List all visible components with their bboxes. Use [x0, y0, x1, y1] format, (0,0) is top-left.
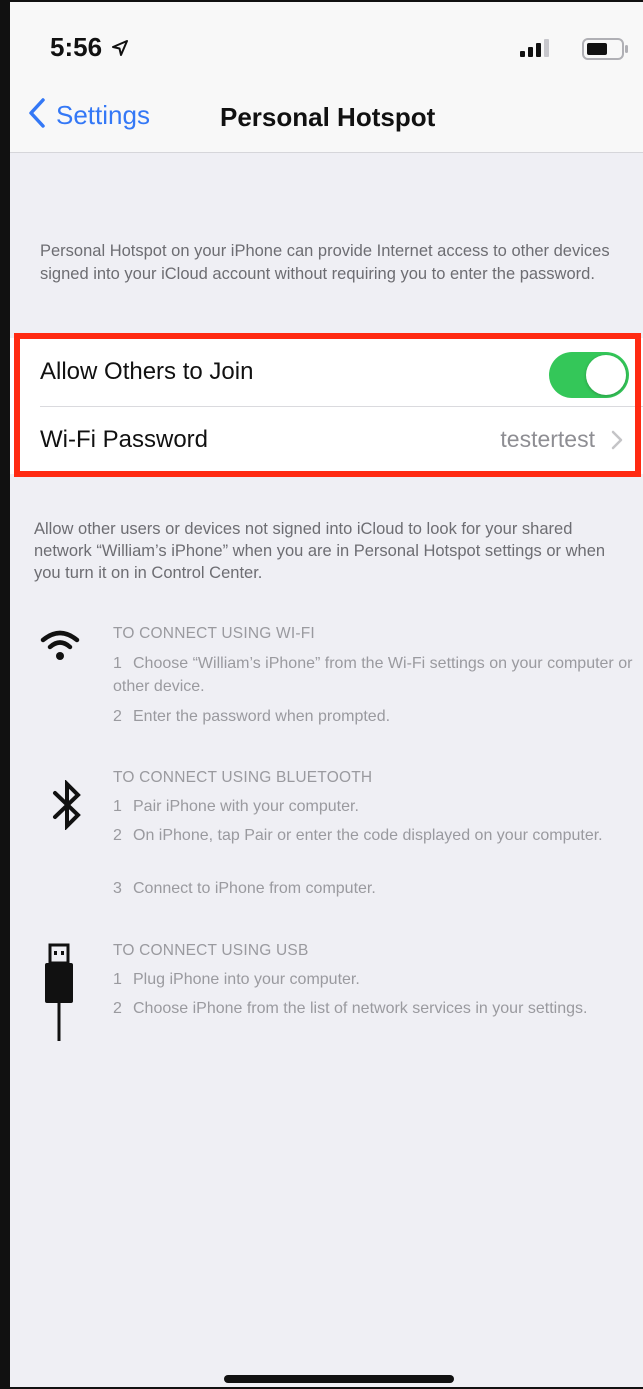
section-heading: TO CONNECT USING USB: [113, 942, 309, 959]
section-heading: TO CONNECT USING WI-FI: [113, 625, 315, 642]
status-time: 5:56: [50, 32, 103, 62]
step-number: 2: [113, 827, 122, 844]
back-button[interactable]: Settings: [28, 98, 150, 133]
step-item: 2 Choose iPhone from the list of network …: [113, 997, 643, 1020]
step-number: 1: [113, 798, 122, 815]
section-heading: TO CONNECT USING BLUETOOTH: [113, 769, 373, 786]
usb-icon: [42, 943, 82, 1048]
step-number: 2: [113, 708, 122, 725]
step-text: Pair iPhone with your computer.: [133, 798, 359, 815]
step-number: 3: [113, 880, 122, 897]
step-item: 3 Connect to iPhone from computer.: [113, 877, 643, 900]
step-text: Choose “William’s iPhone” from the Wi-Fi…: [113, 655, 633, 695]
location-arrow-icon: [112, 40, 128, 61]
back-label: Settings: [56, 100, 150, 130]
navigation-header: 5:56 Settings Personal Hotspot: [10, 2, 643, 153]
step-text: Enter the password when prompted.: [133, 708, 391, 725]
step-item: 1 Plug iPhone into your computer.: [113, 968, 643, 991]
usb-connect-section: TO CONNECT USING USB 1 Plug iPhone into y…: [10, 937, 643, 1047]
chevron-left-icon: [28, 98, 46, 133]
step-item: 1 Pair iPhone with your computer.: [113, 795, 643, 818]
intro-description: Personal Hotspot on your iPhone can prov…: [40, 242, 610, 283]
step-number: 2: [113, 1000, 122, 1017]
cellular-signal-icon: [520, 38, 550, 63]
page-title: Personal Hotspot: [220, 102, 436, 132]
highlight-annotation-box: [14, 333, 641, 477]
allow-others-description: Allow other users or devices not signed …: [34, 520, 606, 582]
step-text: Plug iPhone into your computer.: [133, 971, 360, 988]
wifi-icon: [40, 628, 80, 667]
step-number: 1: [113, 655, 122, 672]
step-text: Connect to iPhone from computer.: [133, 880, 376, 897]
wifi-connect-section: TO CONNECT USING WI-FI 1 Choose “William’…: [10, 622, 643, 732]
step-item: 2 Enter the password when prompted.: [113, 705, 643, 728]
step-item: 1 Choose “William’s iPhone” from the Wi-F…: [113, 652, 643, 698]
step-text: On iPhone, tap Pair or enter the code di…: [133, 827, 603, 844]
step-item: 2 On iPhone, tap Pair or enter the code d…: [113, 824, 643, 847]
step-number: 1: [113, 971, 122, 988]
battery-icon: [582, 38, 632, 65]
bluetooth-icon: [50, 779, 84, 835]
phone-screen: 5:56 Settings Personal Hotspot Personal …: [0, 0, 643, 1389]
bluetooth-connect-section: TO CONNECT USING BLUETOOTH 1 Pair iPhone …: [10, 764, 643, 904]
home-indicator[interactable]: [224, 1375, 454, 1383]
step-text: Choose iPhone from the list of network s…: [133, 1000, 588, 1017]
